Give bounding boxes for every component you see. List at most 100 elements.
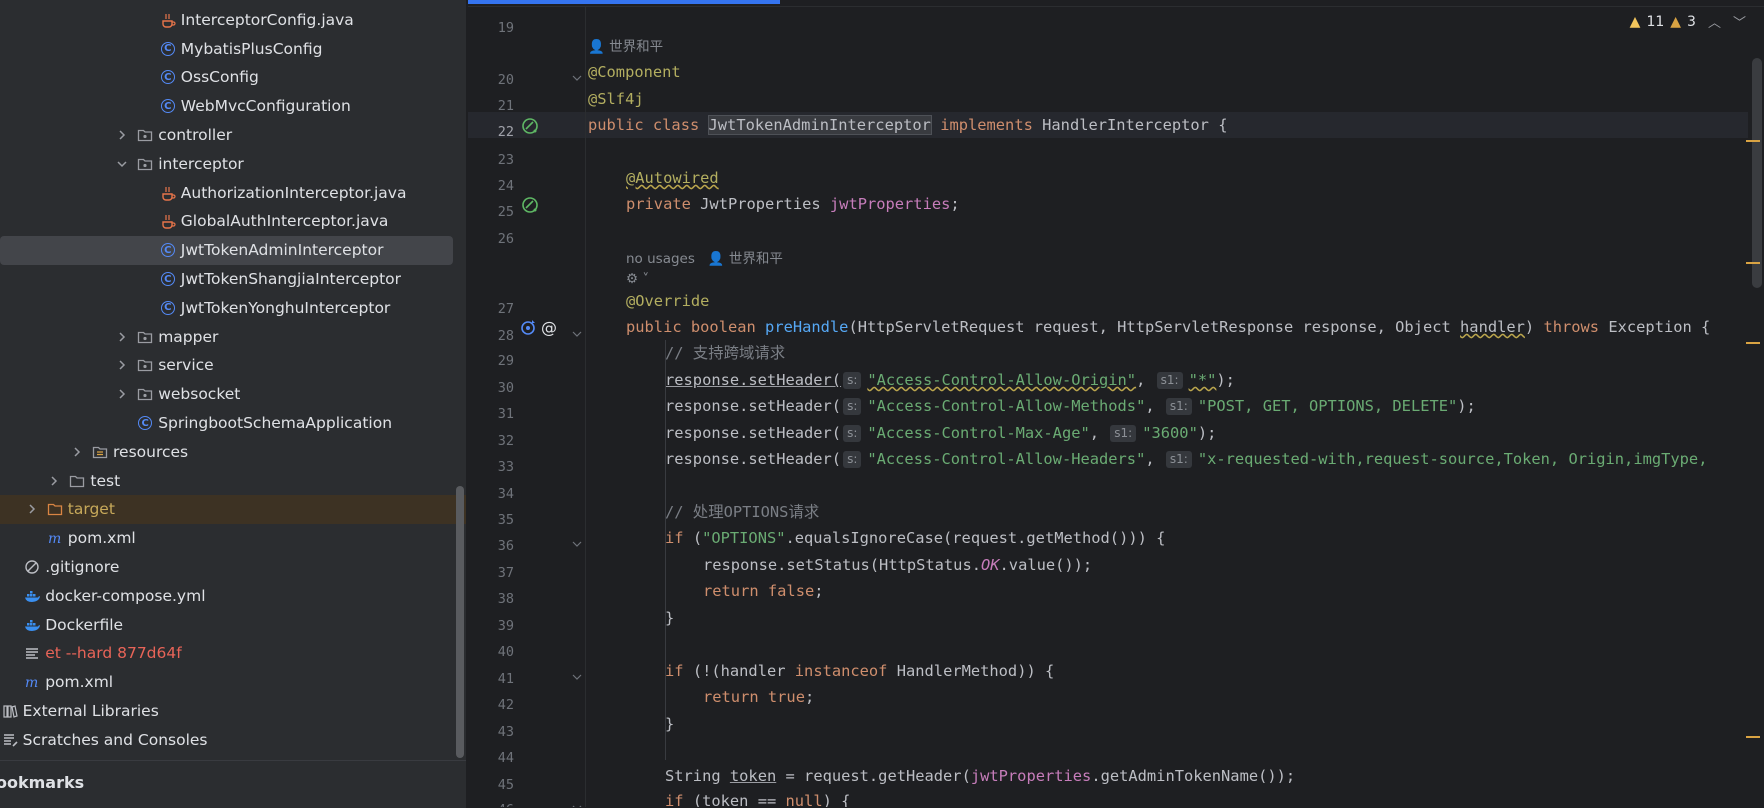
tree-item-label: .gitignore (45, 558, 120, 577)
tree-item[interactable]: target (0, 495, 466, 524)
chevron-right-icon[interactable] (46, 473, 62, 489)
tree-item[interactable]: Scratches and Consoles (0, 726, 466, 755)
tree-item[interactable]: AuthorizationInterceptor.java (0, 178, 466, 207)
tree-item-label: MybatisPlusConfig (180, 39, 323, 58)
class-icon: C (159, 241, 177, 259)
editor-scrollbar[interactable] (1752, 58, 1762, 288)
tree-item[interactable]: m pom.xml (0, 524, 466, 553)
class-name: JwtTokenAdminInterceptor (707, 115, 932, 135)
line-number[interactable]: 28 (468, 328, 514, 344)
chevron-right-icon[interactable] (114, 386, 130, 402)
package-icon (136, 126, 154, 144)
line-number[interactable]: 40 (468, 644, 514, 660)
tree-item[interactable]: Dockerfile (0, 610, 466, 639)
tree-item[interactable]: controller (0, 121, 466, 150)
author-hint[interactable]: 👤 世界和平 (588, 36, 663, 58)
override-gutter-icon[interactable] (520, 318, 538, 340)
line-number[interactable]: 20 (468, 72, 514, 88)
project-tree-panel[interactable]: InterceptorConfig.java C MybatisPlusConfig… (0, 0, 466, 807)
keyword: private (626, 195, 691, 213)
line-number[interactable]: 37 (468, 565, 514, 581)
previous-highlight-icon[interactable]: ︿ (1708, 12, 1721, 31)
line-number[interactable]: 23 (468, 152, 514, 168)
tree-item[interactable]: C WebMvcConfiguration (0, 92, 466, 121)
tree-item[interactable]: C JwtTokenYonghuInterceptor (0, 294, 466, 323)
tree-item[interactable]: et --hard 877d64f (0, 639, 466, 668)
tree-item[interactable]: InterceptorConfig.java (0, 6, 466, 35)
line-number[interactable]: 32 (468, 433, 514, 449)
keyword: return (703, 688, 759, 706)
fold-icon[interactable] (572, 539, 582, 552)
comment: // 处理OPTIONS请求 (665, 503, 820, 521)
at-request-mapping-icon[interactable]: @ (541, 318, 557, 337)
line-number[interactable]: 31 (468, 406, 514, 422)
code-editor[interactable]: ▲ 11 ▲ 3 ︿ ﹀ 19 20 21 22 23 24 25 26 27 28 29 30 31 3… (468, 0, 1764, 807)
line-number[interactable]: 21 (468, 98, 514, 114)
tree-item[interactable]: C SpringbootSchemaApplication (0, 409, 466, 438)
fold-icon[interactable] (572, 73, 582, 86)
tree-item-label: GlobalAuthInterceptor.java (180, 212, 389, 231)
bookmarks-panel[interactable]: ookmarks (0, 760, 466, 808)
next-highlight-icon[interactable]: ﹀ (1733, 12, 1746, 31)
error-stripe-mark[interactable] (1746, 736, 1760, 738)
tree-item[interactable]: docker-compose.yml (0, 582, 466, 611)
tree-item[interactable]: websocket (0, 380, 466, 409)
line-number[interactable]: 46 (468, 802, 514, 807)
line-number[interactable]: 29 (468, 353, 514, 369)
weak-warning-count: 3 (1687, 13, 1696, 30)
error-stripe-mark[interactable] (1746, 342, 1760, 344)
line-number[interactable]: 25 (468, 204, 514, 220)
line-number[interactable]: 42 (468, 697, 514, 713)
tree-item[interactable]: C JwtTokenShangjiaInterceptor (0, 265, 466, 294)
code-vision-menu-icon[interactable]: ⚙ ˅ (626, 268, 649, 290)
usages-hint[interactable]: no usages 👤 世界和平 (626, 248, 783, 270)
tree-item[interactable]: C JwtTokenAdminInterceptor (0, 235, 466, 265)
tree-item[interactable]: service (0, 351, 466, 380)
line-number[interactable]: 44 (468, 750, 514, 766)
line-number[interactable]: 26 (468, 231, 514, 247)
chevron-right-icon[interactable] (69, 444, 85, 460)
code-line-28: public boolean preHandle(HttpServletRequ… (626, 316, 1710, 338)
error-stripe-mark[interactable] (1746, 262, 1760, 264)
line-number[interactable]: 35 (468, 512, 514, 528)
tree-item[interactable]: External Libraries (0, 697, 466, 726)
implementation-gutter-icon[interactable] (521, 117, 539, 139)
error-stripe-mark[interactable] (1746, 140, 1760, 142)
chevron-right-icon[interactable] (114, 357, 130, 373)
maven-icon: m (23, 673, 41, 691)
fold-icon[interactable] (572, 329, 582, 342)
line-number[interactable]: 27 (468, 301, 514, 317)
tree-item[interactable]: test (0, 466, 466, 495)
tree-item[interactable]: C OssConfig (0, 63, 466, 92)
line-number[interactable]: 38 (468, 591, 514, 607)
tree-item[interactable]: C MybatisPlusConfig (0, 34, 466, 63)
tree-item[interactable]: m pom.xml (0, 668, 466, 697)
line-number[interactable]: 19 (468, 20, 514, 36)
line-number[interactable]: 33 (468, 459, 514, 475)
line-number[interactable]: 34 (468, 486, 514, 502)
line-number[interactable]: 43 (468, 724, 514, 740)
fold-icon[interactable] (572, 803, 582, 807)
line-number[interactable]: 30 (468, 380, 514, 396)
chevron-right-icon[interactable] (24, 501, 40, 517)
param-name: handler (1460, 318, 1525, 336)
line-number[interactable]: 45 (468, 777, 514, 793)
project-tree-scrollbar[interactable] (456, 486, 464, 758)
line-number[interactable]: 39 (468, 618, 514, 634)
inspection-widget[interactable]: ▲ 11 ▲ 3 ︿ ﹀ (1630, 12, 1746, 32)
line-number[interactable]: 22 (468, 124, 514, 140)
bean-gutter-icon[interactable] (521, 196, 539, 218)
tree-item-label: WebMvcConfiguration (180, 97, 351, 116)
tree-item[interactable]: mapper (0, 322, 466, 351)
tree-item[interactable]: GlobalAuthInterceptor.java (0, 207, 466, 236)
tree-item[interactable]: .gitignore (0, 553, 466, 582)
tree-item[interactable]: resources (0, 438, 466, 467)
line-number[interactable]: 41 (468, 671, 514, 687)
tree-item[interactable]: interceptor (0, 150, 466, 179)
line-number[interactable]: 24 (468, 178, 514, 194)
fold-icon[interactable] (572, 672, 582, 685)
chevron-right-icon[interactable] (114, 329, 130, 345)
chevron-right-icon[interactable] (114, 127, 130, 143)
line-number[interactable]: 36 (468, 538, 514, 554)
chevron-down-icon[interactable] (114, 156, 130, 172)
